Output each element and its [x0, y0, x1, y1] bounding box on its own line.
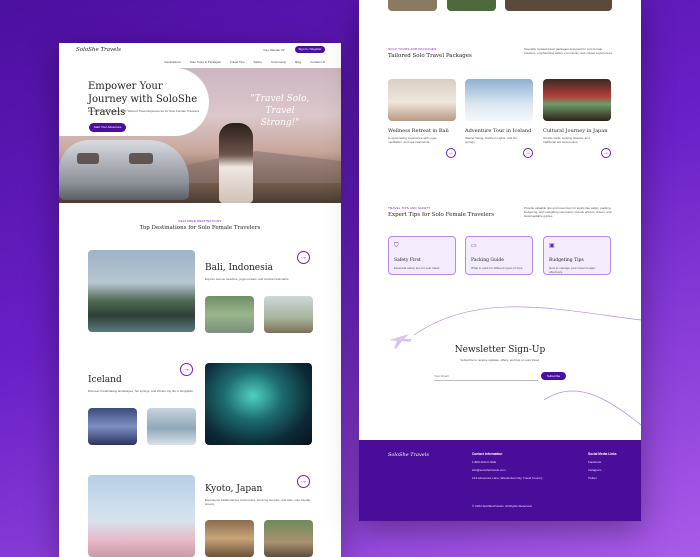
package-arrow-button[interactable]: →	[446, 148, 456, 158]
footer-copyright: © 2024 SoloSheTravels. All Rights Reserv…	[472, 504, 533, 508]
package-wellness-image	[388, 79, 456, 121]
footer-contact-email[interactable]: info@soloshetravels.com	[472, 468, 506, 472]
hero-traveler-image	[219, 123, 253, 203]
suitcase-icon: ▭	[471, 243, 477, 249]
nav-destinations[interactable]: Destinations	[164, 60, 181, 64]
start-adventure-button[interactable]: Start Your Adventure	[89, 123, 126, 132]
footer-social-facebook[interactable]: Facebook	[588, 460, 601, 464]
nav-tours[interactable]: Solo Tours & Packages	[190, 60, 221, 64]
bali-photo-small	[264, 296, 313, 333]
destination-name: Iceland	[88, 375, 122, 385]
package-arrow-button[interactable]: →	[523, 148, 533, 158]
package-name: Cultural Journey in Japan	[543, 128, 608, 134]
destination-desc: Discover breathtaking landscapes, hot sp…	[88, 389, 194, 393]
trailer-window	[77, 153, 99, 164]
header-phone: Your Wander 02	[263, 48, 285, 52]
nav-safety[interactable]: Safety	[253, 60, 262, 64]
footer-social-title: Social Media Links	[588, 452, 617, 456]
bali-photo-small	[205, 296, 254, 333]
footer-contact-title: Contact Information	[472, 452, 503, 456]
bali-temple-image	[88, 250, 195, 332]
sign-in-button[interactable]: Sign In / Register	[295, 46, 325, 53]
package-desc: A rejuvenating experience with yoga, med…	[388, 136, 437, 144]
hero-section: Empower Your Journey with SoloShe Travel…	[59, 68, 341, 203]
footer-logo[interactable]: SoloShe Travels	[388, 452, 429, 458]
hero-quote: "Travel Solo, Travel Strong!"	[250, 94, 310, 128]
footer-contact-address: 123 Adventure Lane, Wanderlust City, Tra…	[472, 476, 543, 480]
footer-social-twitter[interactable]: Twitter	[588, 476, 597, 480]
tip-card[interactable]: ▣ Budgeting Tips How to manage your trav…	[543, 236, 611, 275]
package-arrow-button[interactable]: →	[601, 148, 611, 158]
iceland-arrow-button[interactable]: →	[180, 363, 193, 376]
nav-contact[interactable]: Contact Us	[310, 60, 325, 64]
kyoto-photo-small	[205, 520, 254, 557]
site-footer: SoloShe Travels Contact Information 1-80…	[359, 440, 641, 521]
tips-title: Expert Tips for Solo Female Travelers	[388, 212, 495, 218]
package-japan-image	[543, 79, 611, 121]
destination-desc: Experience traditional tea ceremonies, s…	[205, 498, 311, 506]
kyoto-photo-small	[264, 520, 313, 557]
packages-eyebrow: SOLO TOURS AND PACKAGES	[388, 47, 437, 51]
homepage-top: SoloShe Travels Your Wander 02 Sign In /…	[59, 43, 341, 557]
destinations-title: Top Destinations for Solo Female Travele…	[139, 225, 261, 231]
package-name: Adventure Tour in Iceland	[465, 128, 532, 134]
tip-desc: What to pack for different types of trip…	[471, 266, 524, 270]
nav-blog[interactable]: Blog	[295, 60, 301, 64]
subscribe-button[interactable]: Subscribe	[541, 372, 566, 380]
tip-card[interactable]: ⛉ Safety First Essential safety tips for…	[388, 236, 456, 275]
flight-path-decoration	[389, 306, 641, 426]
iceland-photo-small	[147, 408, 196, 445]
bali-arrow-button[interactable]: →	[297, 251, 310, 264]
hero-card: Empower Your Journey with SoloShe Travel…	[59, 68, 209, 136]
newsletter-header: Newsletter Sign-Up Subscribe to receive …	[359, 345, 641, 362]
photo-cropped	[447, 0, 496, 11]
tips-eyebrow: TRAVEL TIPS AND SAFETY	[388, 206, 431, 210]
kyoto-tower-image	[88, 475, 195, 557]
trailer-window	[129, 153, 153, 164]
destination-desc: Explore serene beaches, yoga retreats, a…	[205, 277, 290, 281]
destination-name: Kyoto, Japan	[205, 484, 263, 494]
destinations-header: FEATURED DESTINATIONS Top Destinations f…	[59, 219, 341, 231]
tip-title: Safety First	[394, 258, 421, 263]
iceland-photo-small	[88, 408, 137, 445]
newsletter-subtitle: Subscribe to receive updates, offers, an…	[460, 358, 540, 362]
iceland-aurora-image	[205, 363, 312, 445]
shield-icon: ⛉	[394, 243, 399, 249]
newsletter-email-input[interactable]	[434, 372, 538, 381]
tip-desc: Essential safety tips for solo travel.	[394, 266, 441, 270]
packages-intro: Specially curated travel packages design…	[524, 47, 613, 55]
destinations-eyebrow: FEATURED DESTINATIONS	[178, 219, 222, 223]
homepage-bottom: SOLO TOURS AND PACKAGES Tailored Solo Tr…	[359, 0, 641, 521]
tip-card[interactable]: ▭ Packing Guide What to pack for differe…	[465, 236, 533, 275]
hero-title: Empower Your Journey with SoloShe Travel…	[88, 81, 198, 118]
newsletter-title: Newsletter Sign-Up	[454, 345, 546, 355]
hero-trailer-image	[59, 140, 189, 200]
site-logo[interactable]: SoloShe Travels	[76, 47, 121, 53]
package-desc: Glacier hiking, Northern Lights, and hot…	[465, 136, 518, 144]
tip-title: Budgeting Tips	[549, 258, 584, 263]
photo-cropped	[388, 0, 437, 11]
site-header: SoloShe Travels Your Wander 02 Sign In /…	[59, 43, 341, 68]
tip-desc: How to manage your travel budget effecti…	[549, 266, 595, 274]
nav-tips[interactable]: Travel Tips	[230, 60, 245, 64]
tips-intro: Provide valuable tips and resources for …	[524, 206, 612, 218]
kyoto-arrow-button[interactable]: →	[297, 475, 310, 488]
footer-social-instagram[interactable]: Instagram	[588, 468, 601, 472]
hero-subtitle: Discover Safe, Inspiring, and Tailored T…	[88, 109, 200, 113]
money-icon: ▣	[549, 243, 555, 249]
package-name: Wellness Retreat in Bali	[388, 128, 449, 134]
destination-name: Bali, Indonesia	[205, 263, 273, 273]
packages-title: Tailored Solo Travel Packages	[388, 53, 472, 59]
photo-cropped	[505, 0, 612, 11]
main-nav: Destinations Solo Tours & Packages Trave…	[164, 60, 325, 64]
package-iceland-image	[465, 79, 533, 121]
nav-community[interactable]: Community	[271, 60, 286, 64]
package-desc: Temple visits, cooking classes, and trad…	[543, 136, 590, 144]
footer-contact-phone: 1-800-SOLO-SHE	[472, 460, 497, 464]
tip-title: Packing Guide	[471, 258, 504, 263]
